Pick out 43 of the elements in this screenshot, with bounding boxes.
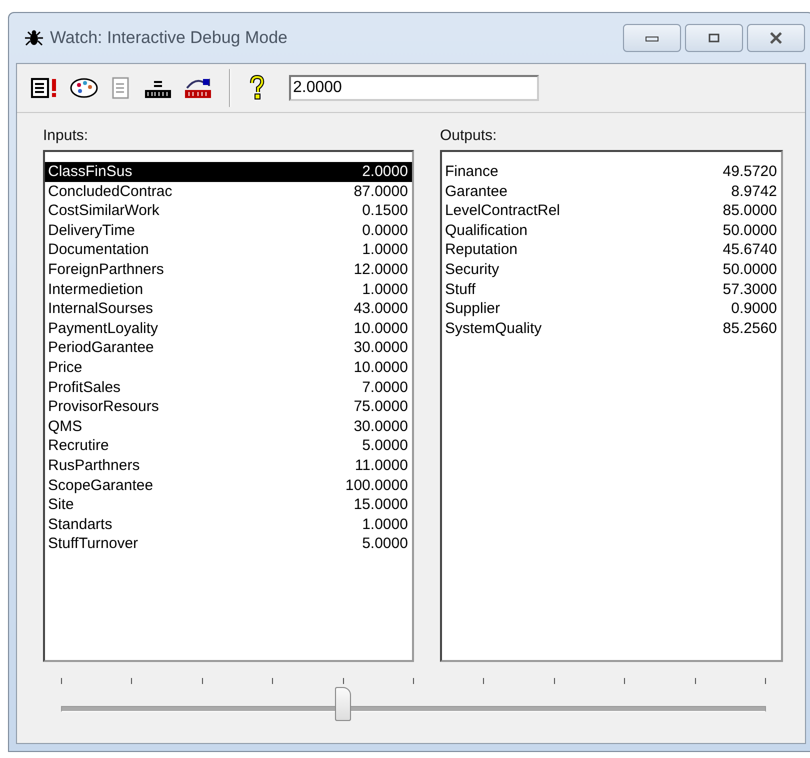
minimize-icon [645,34,659,42]
input-row[interactable]: RusParthners 11.0000 [45,456,412,476]
input-row[interactable]: PeriodGarantee 30.0000 [45,338,412,358]
input-row[interactable]: ScopeGarantee 100.0000 [45,476,412,496]
input-row[interactable]: InternalSourses 43.0000 [45,299,412,319]
maximize-icon [708,33,720,43]
output-row[interactable]: Supplier 0.9000 [442,299,781,319]
output-row[interactable]: Qualification 50.0000 [442,220,781,240]
output-row[interactable]: Security 50.0000 [442,260,781,280]
input-row[interactable]: ClassFinSus 2.0000 [45,162,412,182]
output-row[interactable]: Garantee 8.9742 [442,182,781,202]
close-icon [768,32,784,44]
input-row[interactable]: ProvisorResours 75.0000 [45,397,412,417]
inputs-label: Inputs: [43,127,90,144]
output-row[interactable]: LevelContractRel 85.0000 [442,201,781,221]
close-button[interactable] [747,24,805,52]
minimize-button[interactable] [623,24,681,52]
output-row[interactable]: Finance 49.5720 [442,162,781,182]
output-row[interactable]: SystemQuality 85.2560 [442,318,781,338]
input-row[interactable]: StuffTurnover 5.0000 [45,534,412,554]
input-row[interactable]: ForeignParthners 12.0000 [45,260,412,280]
input-row[interactable]: PaymentLoyality 10.0000 [45,318,412,338]
input-row[interactable]: DeliveryTime 0.0000 [45,220,412,240]
input-row[interactable]: QMS 30.0000 [45,416,412,436]
output-row[interactable]: Stuff 57.3000 [442,280,781,300]
output-row[interactable]: Reputation 45.6740 [442,240,781,260]
outputs-label: Outputs: [440,127,498,144]
input-row[interactable]: CostSimilarWork 0.1500 [45,201,412,221]
slider-thumb[interactable] [335,687,352,721]
input-row[interactable]: Standarts 1.0000 [45,514,412,534]
value-field[interactable]: 2.0000 [289,75,539,101]
input-row[interactable]: Recrutire 5.0000 [45,436,412,456]
input-row[interactable]: Intermedietion 1.0000 [45,280,412,300]
bug-icon [24,29,44,47]
maximize-button[interactable] [685,24,743,52]
input-row[interactable]: ProfitSales 7.0000 [45,378,412,398]
input-row[interactable]: Site 15.0000 [45,495,412,515]
input-row[interactable]: Documentation 1.0000 [45,240,412,260]
inputs-list[interactable] [43,150,414,662]
input-row[interactable]: ConcludedContrac 87.0000 [45,182,412,202]
window-title: Watch: Interactive Debug Mode [50,28,288,48]
outputs-list[interactable]: Finance 49.5720 Garantee 8.9742 LevelContractRel 85.0000 Qualification 50.0000 Reputation 45.6740 Security 50.0000 Stuff 57.3000 Supplier 0.9000 SystemQuality 85.2560 [440,150,783,662]
input-row[interactable]: Price 10.0000 [45,358,412,378]
